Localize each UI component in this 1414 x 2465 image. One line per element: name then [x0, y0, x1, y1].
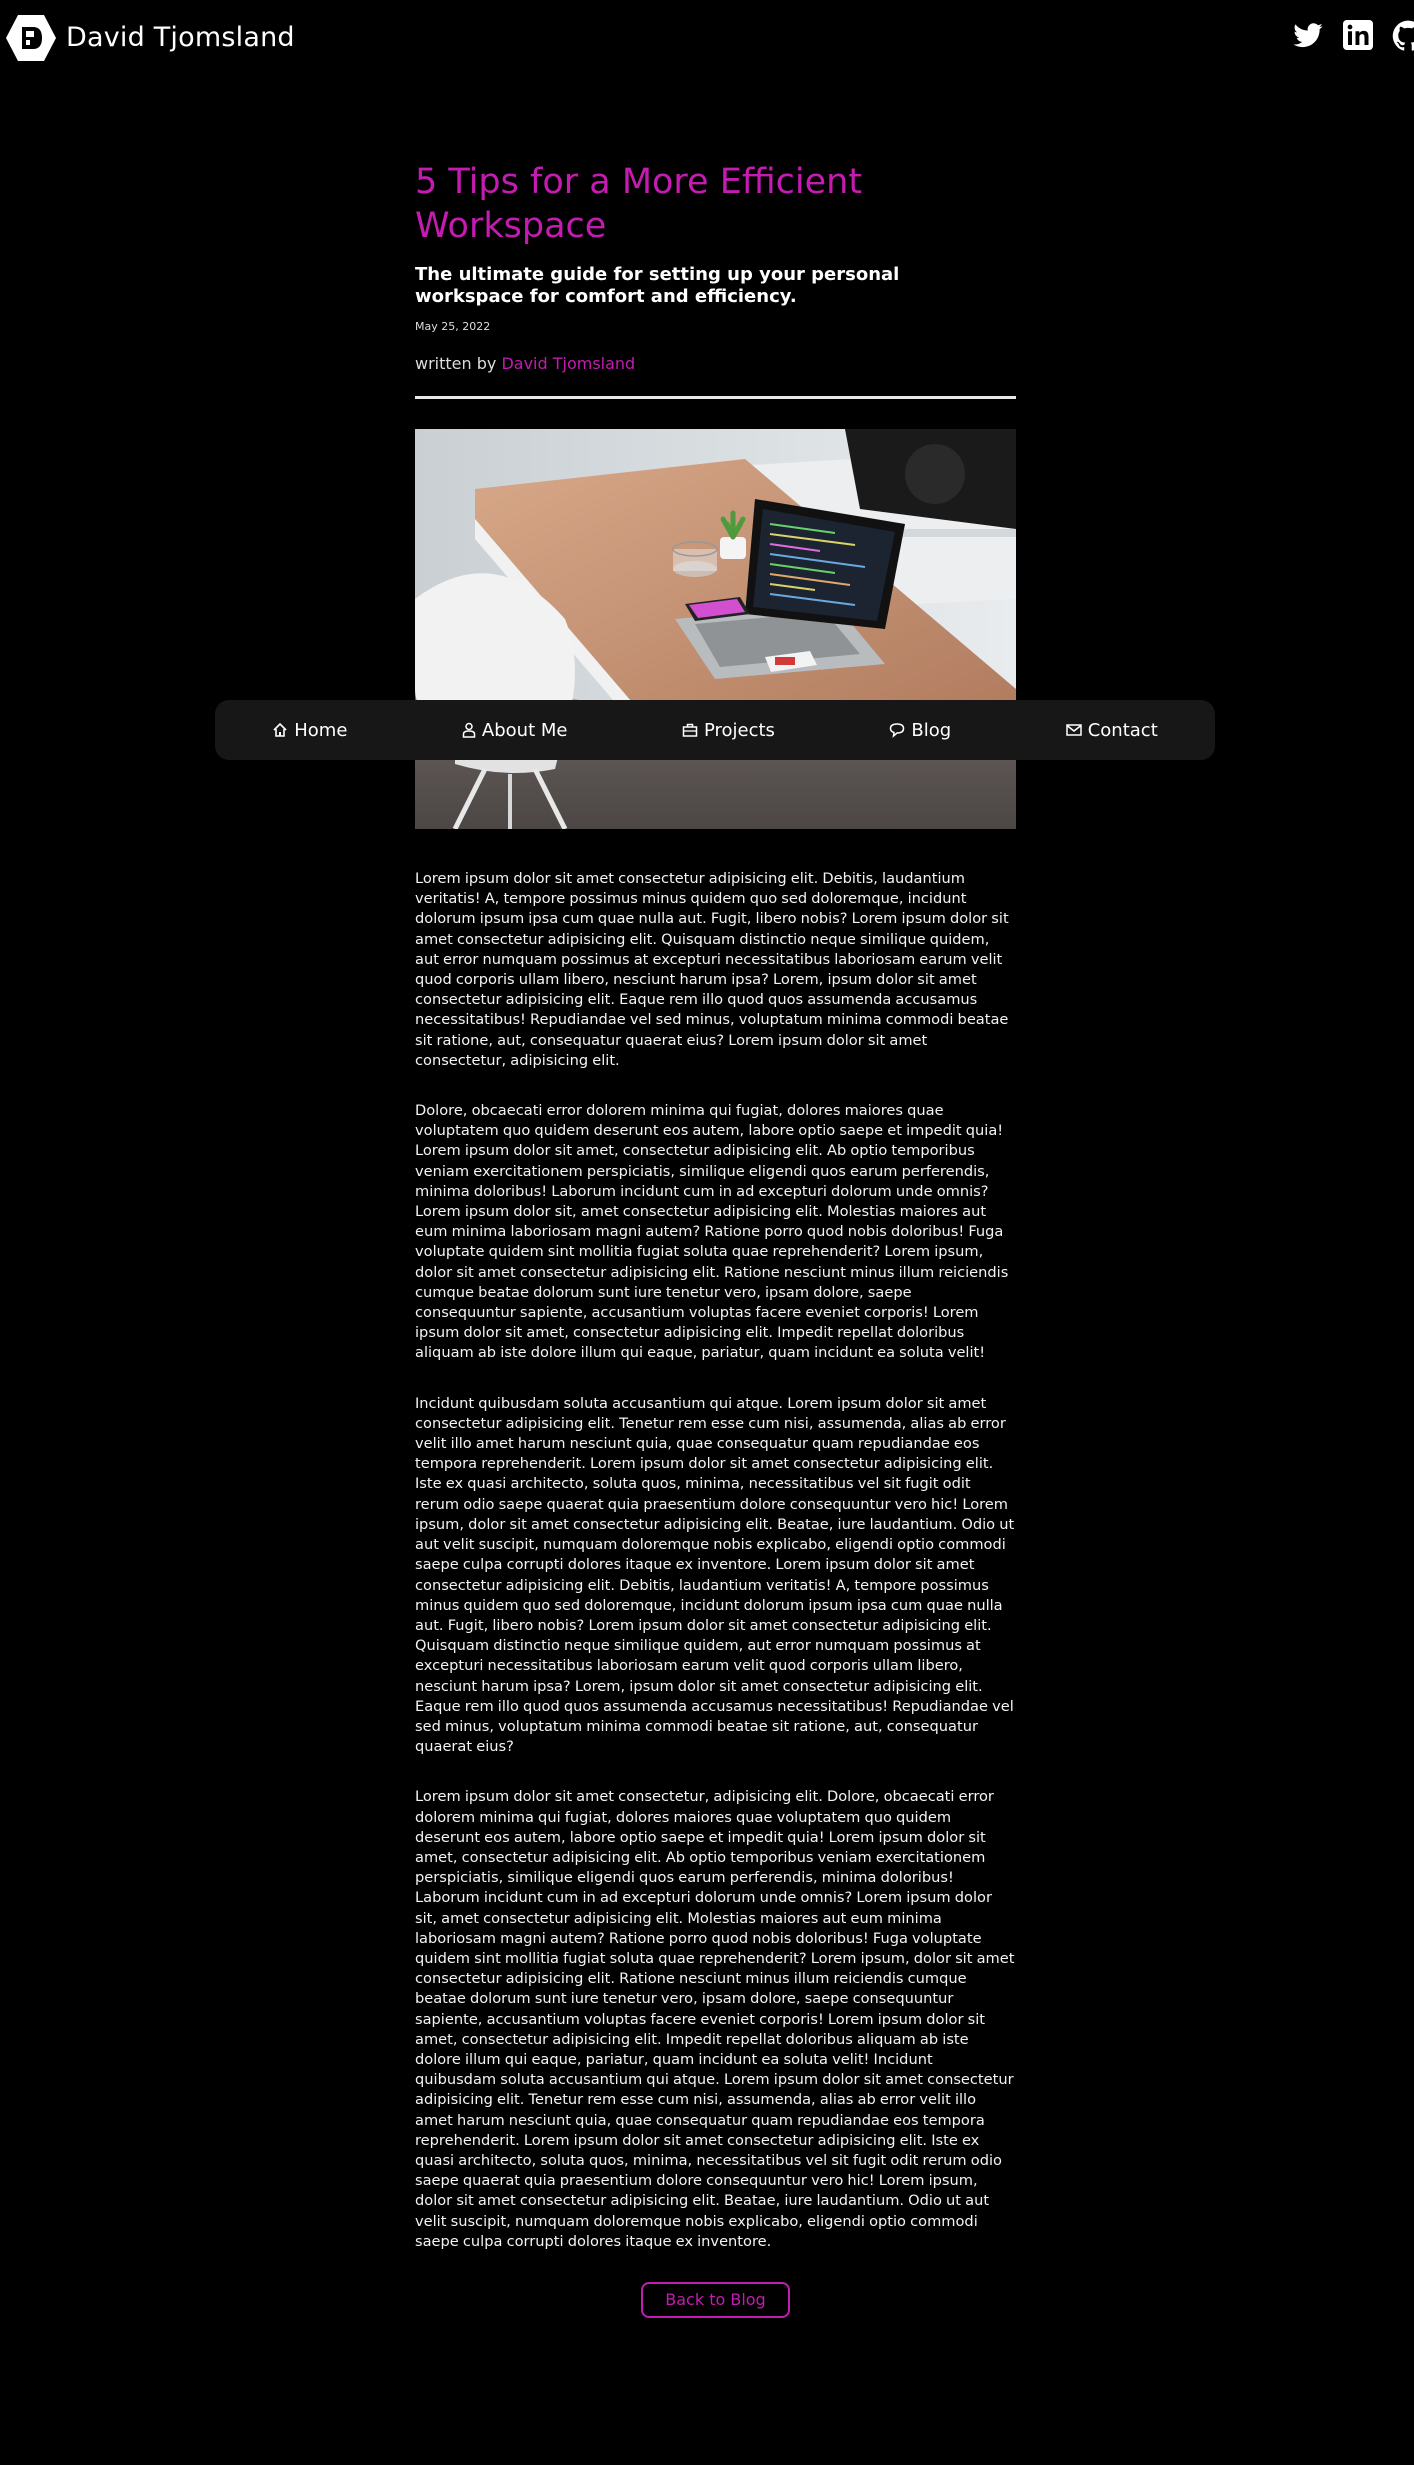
author-link[interactable]: David Tjomsland: [501, 354, 635, 373]
mail-icon: [1065, 723, 1082, 737]
title-divider: [415, 396, 1016, 399]
nav-item-label: Projects: [703, 719, 775, 741]
user-icon: [462, 722, 476, 738]
main-nav: Home About Me Projects Blog Contact: [215, 700, 1215, 760]
nav-item-projects[interactable]: Projects: [682, 720, 775, 741]
site-header: David Tjomsland: [0, 0, 1414, 76]
nav-item-label: Contact: [1087, 719, 1158, 741]
article-date: May 25, 2022: [415, 320, 491, 333]
twitter-icon[interactable]: [1292, 20, 1324, 52]
nav-item-home[interactable]: Home: [272, 720, 347, 741]
site-logo-icon[interactable]: [6, 13, 56, 63]
article-subtitle: The ultimate guide for setting up your p…: [415, 264, 900, 307]
nav-item-label: Blog: [911, 719, 952, 741]
article-paragraph: Dolore, obcaecati error dolorem minima q…: [415, 1102, 1009, 1362]
nav-item-label: Home: [294, 719, 348, 741]
nav-item-blog[interactable]: Blog: [889, 720, 951, 741]
nav-item-label: About Me: [481, 719, 568, 741]
byline-label: written by: [415, 354, 497, 373]
blog-article: 5 Tips for a More Efficient Workspace Th…: [415, 160, 1016, 2318]
hero-image: [415, 429, 1016, 829]
back-button-wrapper: Back to Blog: [415, 2282, 1016, 2318]
chat-icon: [889, 722, 905, 738]
nav-item-contact[interactable]: Contact: [1065, 719, 1158, 741]
site-name[interactable]: David Tjomsland: [66, 20, 295, 56]
article-body: Lorem ipsum dolor sit amet consectetur a…: [415, 869, 1016, 2252]
linkedin-icon[interactable]: [1343, 20, 1375, 52]
article-byline: written by David Tjomsland: [415, 354, 1016, 374]
article-paragraph: Lorem ipsum dolor sit amet consectetur, …: [415, 1788, 1015, 2250]
article-paragraph: Lorem ipsum dolor sit amet consectetur a…: [415, 870, 1009, 1069]
article-paragraph: Incidunt quibusdam soluta accusantium qu…: [415, 1394, 1015, 1756]
nav-item-about[interactable]: About Me: [462, 719, 568, 741]
back-to-blog-button[interactable]: Back to Blog: [641, 2282, 790, 2318]
briefcase-icon: [682, 722, 698, 738]
home-icon: [272, 722, 288, 738]
github-icon[interactable]: [1392, 20, 1414, 52]
article-title: 5 Tips for a More Efficient Workspace: [415, 162, 863, 246]
